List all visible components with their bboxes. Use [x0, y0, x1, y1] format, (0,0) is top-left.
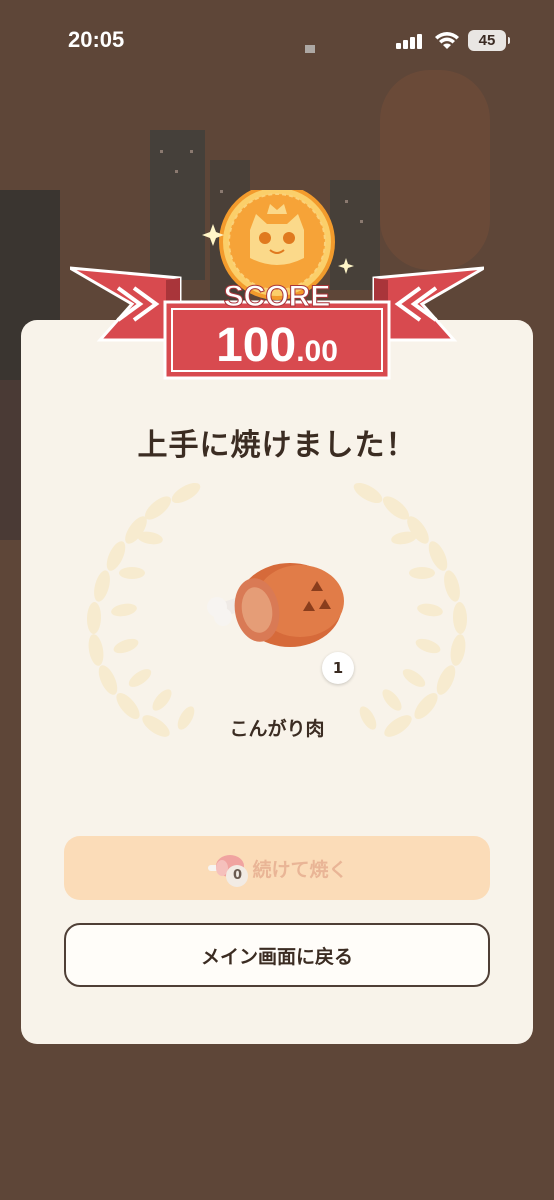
score-integer: 100	[216, 319, 297, 372]
battery-indicator: 45	[468, 30, 510, 51]
wifi-icon	[435, 32, 459, 49]
score-label: SCORE	[223, 280, 331, 314]
item-count-badge: 1	[322, 652, 354, 684]
roasted-meat-icon	[207, 563, 344, 647]
score-decimal: .00	[296, 335, 338, 368]
item-name: こんがり肉	[229, 718, 325, 740]
score-value: 100.00	[70, 318, 484, 373]
back-to-main-button[interactable]: メイン画面に戻る	[64, 923, 490, 987]
status-bar: 20:05 45	[0, 0, 554, 80]
continue-grilling-button[interactable]: 0 続けて焼く	[64, 836, 490, 900]
cellular-signal-icon	[396, 33, 426, 49]
result-title: 上手に焼けました！	[137, 428, 417, 463]
raw-meat-icon: 0	[206, 851, 249, 887]
continue-grilling-label: 続けて焼く	[252, 858, 348, 881]
back-to-main-label: メイン画面に戻る	[200, 945, 353, 968]
status-time: 20:05	[68, 27, 125, 52]
